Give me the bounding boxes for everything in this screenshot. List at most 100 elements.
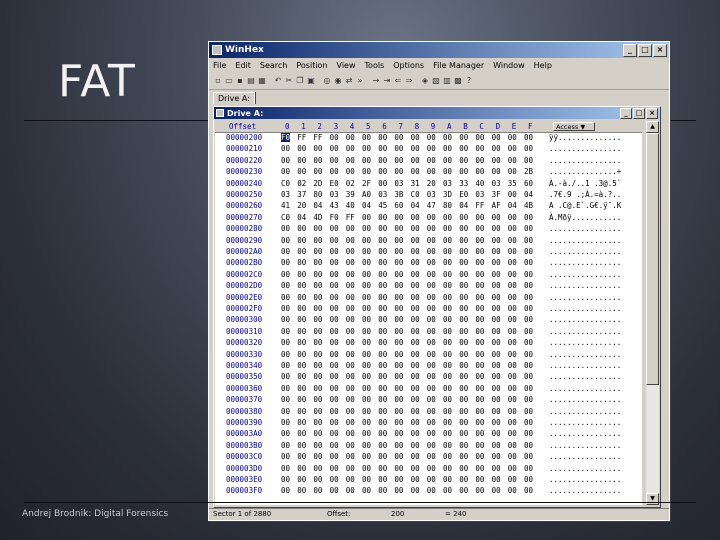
hex-byte[interactable]: 2F — [362, 179, 371, 188]
hex-byte[interactable]: 00 — [459, 475, 468, 484]
hex-byte[interactable]: 00 — [508, 167, 517, 176]
hex-byte[interactable]: 00 — [459, 338, 468, 347]
hex-byte[interactable]: 03 — [281, 190, 290, 199]
hex-byte[interactable]: 00 — [346, 315, 355, 324]
hex-byte[interactable]: 00 — [281, 315, 290, 324]
row-ascii[interactable]: ................ — [549, 281, 621, 290]
hex-byte[interactable]: 00 — [475, 429, 484, 438]
hex-byte[interactable]: 00 — [394, 486, 403, 495]
hex-byte[interactable]: 00 — [281, 475, 290, 484]
hex-byte[interactable]: 00 — [475, 486, 484, 495]
hex-byte[interactable]: 04 — [411, 201, 420, 210]
hex-byte[interactable]: 00 — [362, 361, 371, 370]
hex-byte[interactable]: 00 — [459, 384, 468, 393]
hex-byte[interactable]: 00 — [346, 156, 355, 165]
hex-row[interactable]: 000003C0 00 00 00 00 00 00 00 00 00 00 00 00 00 00 00 00… — [215, 452, 642, 463]
hex-byte[interactable]: 00 — [443, 224, 452, 233]
hex-byte[interactable]: 04 — [459, 201, 468, 210]
hex-byte[interactable]: 00 — [443, 475, 452, 484]
hex-byte[interactable]: 00 — [362, 156, 371, 165]
hex-byte[interactable]: 40 — [346, 201, 355, 210]
hex-byte[interactable]: 00 — [378, 167, 387, 176]
hex-byte[interactable]: 00 — [346, 236, 355, 245]
hex-byte[interactable]: 00 — [492, 236, 501, 245]
hex-byte[interactable]: 00 — [362, 372, 371, 381]
hex-byte[interactable]: 00 — [330, 327, 339, 336]
hex-byte[interactable]: 00 — [378, 179, 387, 188]
hex-byte[interactable]: 00 — [459, 361, 468, 370]
menu-file-manager[interactable]: File Manager — [433, 61, 484, 70]
row-ascii[interactable]: ................ — [549, 441, 621, 450]
hex-byte[interactable]: 00 — [411, 133, 420, 142]
hex-byte[interactable]: 00 — [492, 293, 501, 302]
hex-byte[interactable]: 00 — [459, 418, 468, 427]
hex-byte[interactable]: 00 — [475, 315, 484, 324]
hex-byte[interactable]: 00 — [427, 236, 436, 245]
hex-byte[interactable]: 00 — [394, 464, 403, 473]
hex-byte[interactable]: 00 — [362, 247, 371, 256]
hex-byte[interactable]: 00 — [330, 167, 339, 176]
row-ascii[interactable]: ................ — [549, 144, 621, 153]
hex-byte[interactable]: 00 — [508, 224, 517, 233]
hex-byte[interactable]: 00 — [427, 486, 436, 495]
hex-byte[interactable]: 00 — [459, 156, 468, 165]
hex-byte[interactable]: AF — [492, 201, 501, 210]
hex-byte[interactable]: 00 — [459, 247, 468, 256]
hex-byte[interactable]: A0 — [362, 190, 371, 199]
row-ascii[interactable]: ................ — [549, 384, 621, 393]
hex-byte[interactable]: 00 — [346, 224, 355, 233]
help-icon[interactable]: ? — [464, 76, 474, 86]
hex-byte[interactable]: 00 — [475, 452, 484, 461]
hex-byte[interactable]: 00 — [346, 167, 355, 176]
hex-byte[interactable]: 60 — [394, 201, 403, 210]
hex-byte[interactable]: 00 — [362, 452, 371, 461]
hex-byte[interactable]: 00 — [281, 486, 290, 495]
hex-byte[interactable]: 00 — [475, 156, 484, 165]
hex-byte[interactable]: 00 — [297, 338, 306, 347]
hex-byte[interactable]: 03 — [492, 179, 501, 188]
hex-byte[interactable]: 00 — [524, 338, 533, 347]
hex-byte[interactable]: 00 — [492, 167, 501, 176]
menu-help[interactable]: Help — [534, 61, 552, 70]
hex-byte[interactable]: 00 — [475, 418, 484, 427]
hex-byte[interactable]: 00 — [411, 236, 420, 245]
hex-byte[interactable]: 00 — [330, 429, 339, 438]
hex-byte[interactable]: 00 — [524, 293, 533, 302]
hex-byte[interactable]: 00 — [492, 372, 501, 381]
hex-row[interactable]: 00000270 C0 04 4D F0 FF 00 00 00 00 00 00 00 00 00 00 00… — [215, 213, 642, 224]
hex-byte[interactable]: 00 — [427, 144, 436, 153]
hex-byte[interactable]: 00 — [330, 395, 339, 404]
hex-byte[interactable]: 39 — [346, 190, 355, 199]
hex-byte[interactable]: C0 — [281, 213, 290, 222]
hex-byte[interactable]: 04 — [297, 213, 306, 222]
hex-byte[interactable]: 00 — [427, 258, 436, 267]
hex-byte[interactable]: 00 — [330, 350, 339, 359]
hex-byte[interactable]: 00 — [524, 213, 533, 222]
row-ascii[interactable]: À.Mðÿ........... — [549, 213, 621, 222]
copy-icon[interactable]: ❐ — [295, 76, 305, 86]
hex-row[interactable]: 00000220 00 00 00 00 00 00 00 00 00 00 00 00 00 00 00 00… — [215, 156, 642, 167]
hex-byte[interactable]: 00 — [313, 327, 322, 336]
hex-byte[interactable]: 00 — [297, 441, 306, 450]
hex-byte[interactable]: 00 — [346, 338, 355, 347]
hex-byte[interactable]: 00 — [492, 213, 501, 222]
hex-byte[interactable]: 00 — [362, 338, 371, 347]
open-icon[interactable]: ▭ — [224, 76, 234, 86]
hex-byte[interactable]: 00 — [492, 441, 501, 450]
hex-byte[interactable]: 00 — [281, 372, 290, 381]
paste-icon[interactable]: ▣ — [306, 76, 316, 86]
hex-byte[interactable]: 00 — [427, 441, 436, 450]
row-ascii[interactable]: ................ — [549, 407, 621, 416]
hex-byte[interactable]: 00 — [394, 327, 403, 336]
hex-byte[interactable]: 00 — [427, 315, 436, 324]
disk-icon[interactable]: ◈ — [420, 76, 430, 86]
row-ascii[interactable]: ................ — [549, 429, 621, 438]
hex-byte[interactable]: 00 — [443, 338, 452, 347]
hex-byte[interactable]: 00 — [346, 293, 355, 302]
hex-byte[interactable]: 00 — [362, 441, 371, 450]
hex-byte[interactable]: 00 — [524, 327, 533, 336]
hex-byte[interactable]: 00 — [524, 372, 533, 381]
hex-byte[interactable]: 00 — [443, 327, 452, 336]
row-ascii[interactable]: ................ — [549, 486, 621, 495]
hex-byte[interactable]: 00 — [313, 475, 322, 484]
